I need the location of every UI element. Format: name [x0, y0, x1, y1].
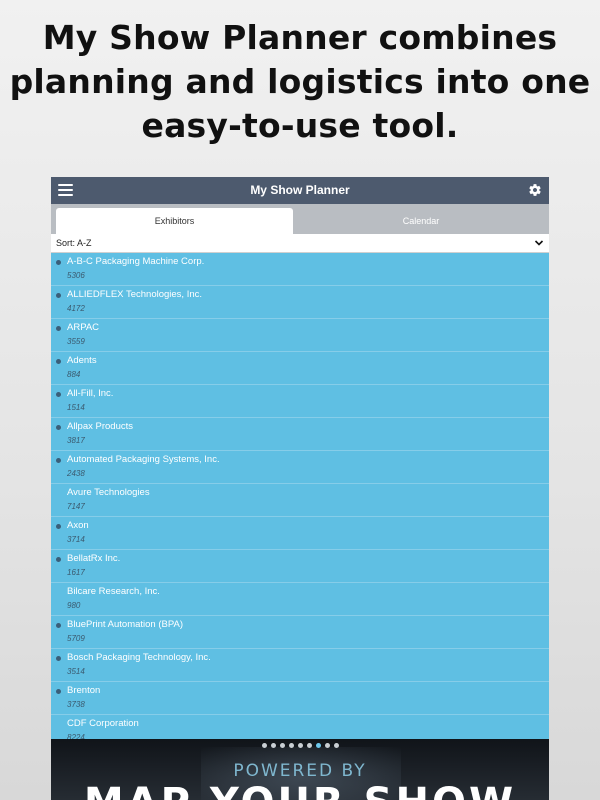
planner-marker-dot-icon	[56, 623, 61, 628]
exhibitor-row[interactable]: Bilcare Research, Inc. 980	[51, 583, 549, 616]
exhibitor-name: Automated Packaging Systems, Inc.	[67, 454, 220, 465]
exhibitor-row[interactable]: Adents 884	[51, 352, 549, 385]
powered-by-text: POWERED BY	[233, 761, 367, 781]
planner-marker-dot-icon	[56, 359, 61, 364]
planner-marker-dot-icon	[56, 260, 61, 265]
exhibitor-booth-number: 884	[67, 370, 81, 379]
planner-marker-dot-icon	[56, 392, 61, 397]
exhibitor-booth-number: 5306	[67, 271, 85, 280]
tab-bar: Exhibitors Calendar	[51, 204, 549, 234]
exhibitor-booth-number: 3559	[67, 337, 85, 346]
page-indicator-dot[interactable]	[288, 743, 294, 748]
exhibitor-row[interactable]: A-B-C Packaging Machine Corp. 5306	[51, 253, 549, 286]
headline-line-1: My Show Planner combines	[42, 18, 558, 57]
exhibitor-name: All-Fill, Inc.	[67, 388, 114, 399]
planner-marker-dot-icon	[56, 557, 61, 562]
exhibitor-row[interactable]: BluePrint Automation (BPA) 5709	[51, 616, 549, 649]
exhibitor-name: CDF Corporation	[67, 718, 139, 729]
planner-marker-dot-icon	[56, 656, 61, 661]
sort-dropdown[interactable]: Sort: A-Z	[51, 234, 549, 253]
page-indicator-dot[interactable]	[324, 743, 330, 748]
powered-by-banner: POWERED BY MAP YOUR SHOW	[51, 739, 549, 800]
exhibitor-list[interactable]: A-B-C Packaging Machine Corp. 5306 ALLIEDF…	[51, 253, 549, 739]
exhibitor-name: Brenton	[67, 685, 101, 696]
app-title: My Show Planner	[250, 183, 350, 197]
exhibitor-row[interactable]: ARPAC 3559	[51, 319, 549, 352]
page-indicator	[51, 743, 549, 749]
tab-calendar[interactable]: Calendar	[298, 208, 544, 234]
exhibitor-row[interactable]: Brenton 3738	[51, 682, 549, 715]
chevron-down-icon	[534, 240, 544, 246]
exhibitor-booth-number: 3714	[67, 535, 85, 544]
exhibitor-booth-number: 1514	[67, 403, 85, 412]
exhibitor-booth-number: 1617	[67, 568, 85, 577]
exhibitor-row[interactable]: Allpax Products 3817	[51, 418, 549, 451]
exhibitor-row[interactable]: Axon 3714	[51, 517, 549, 550]
exhibitor-name: Axon	[67, 520, 89, 531]
marketing-headline: My Show Planner combines planning and lo…	[0, 16, 600, 148]
exhibitor-row[interactable]: ALLIEDFLEX Technologies, Inc. 4172	[51, 286, 549, 319]
exhibitor-name: ARPAC	[67, 322, 100, 333]
tab-exhibitors[interactable]: Exhibitors	[56, 208, 293, 234]
exhibitor-name: Allpax Products	[67, 421, 134, 432]
gear-icon[interactable]	[528, 183, 542, 197]
headline-line-2: planning and logistics into one	[9, 62, 591, 101]
exhibitor-name: A-B-C Packaging Machine Corp.	[67, 256, 205, 267]
brand-logo-text: MAP YOUR SHOW	[51, 779, 549, 800]
exhibitor-row[interactable]: BellatRx Inc. 1617	[51, 550, 549, 583]
exhibitor-name: Adents	[67, 355, 97, 366]
exhibitor-name: Bosch Packaging Technology, Inc.	[67, 652, 211, 663]
planner-marker-dot-icon	[56, 689, 61, 694]
exhibitor-row[interactable]: CDF Corporation 8224	[51, 715, 549, 739]
app-screen: My Show Planner Exhibitors Calendar Sort…	[51, 177, 549, 800]
page-indicator-dot[interactable]	[279, 743, 285, 748]
exhibitor-row[interactable]: All-Fill, Inc. 1514	[51, 385, 549, 418]
planner-marker-dot-icon	[56, 326, 61, 331]
page-indicator-dot[interactable]	[315, 743, 321, 748]
exhibitor-booth-number: 7147	[67, 502, 85, 511]
planner-marker-dot-icon	[56, 524, 61, 529]
planner-marker-dot-icon	[56, 458, 61, 463]
exhibitor-booth-number: 3514	[67, 667, 85, 676]
exhibitor-booth-number: 5709	[67, 634, 85, 643]
planner-marker-dot-icon	[56, 425, 61, 430]
exhibitor-name: Bilcare Research, Inc.	[67, 586, 160, 597]
app-top-bar: My Show Planner	[51, 177, 549, 204]
sort-label: Sort: A-Z	[56, 238, 92, 248]
exhibitor-booth-number: 3817	[67, 436, 85, 445]
headline-line-3: easy-to-use tool.	[141, 106, 459, 145]
exhibitor-booth-number: 2438	[67, 469, 85, 478]
exhibitor-row[interactable]: Automated Packaging Systems, Inc. 2438	[51, 451, 549, 484]
exhibitor-name: BluePrint Automation (BPA)	[67, 619, 183, 630]
exhibitor-row[interactable]: Bosch Packaging Technology, Inc. 3514	[51, 649, 549, 682]
page-indicator-dot[interactable]	[297, 743, 303, 748]
exhibitor-name: ALLIEDFLEX Technologies, Inc.	[67, 289, 203, 300]
exhibitor-booth-number: 3738	[67, 700, 85, 709]
page-indicator-dot[interactable]	[306, 743, 312, 748]
page-indicator-dot[interactable]	[261, 743, 267, 748]
exhibitor-row[interactable]: Avure Technologies 7147	[51, 484, 549, 517]
exhibitor-booth-number: 980	[67, 601, 81, 610]
page-indicator-dot[interactable]	[270, 743, 276, 748]
planner-marker-dot-icon	[56, 293, 61, 298]
page-indicator-dot[interactable]	[333, 743, 339, 748]
exhibitor-name: Avure Technologies	[67, 487, 150, 498]
exhibitor-booth-number: 4172	[67, 304, 85, 313]
exhibitor-name: BellatRx Inc.	[67, 553, 121, 564]
